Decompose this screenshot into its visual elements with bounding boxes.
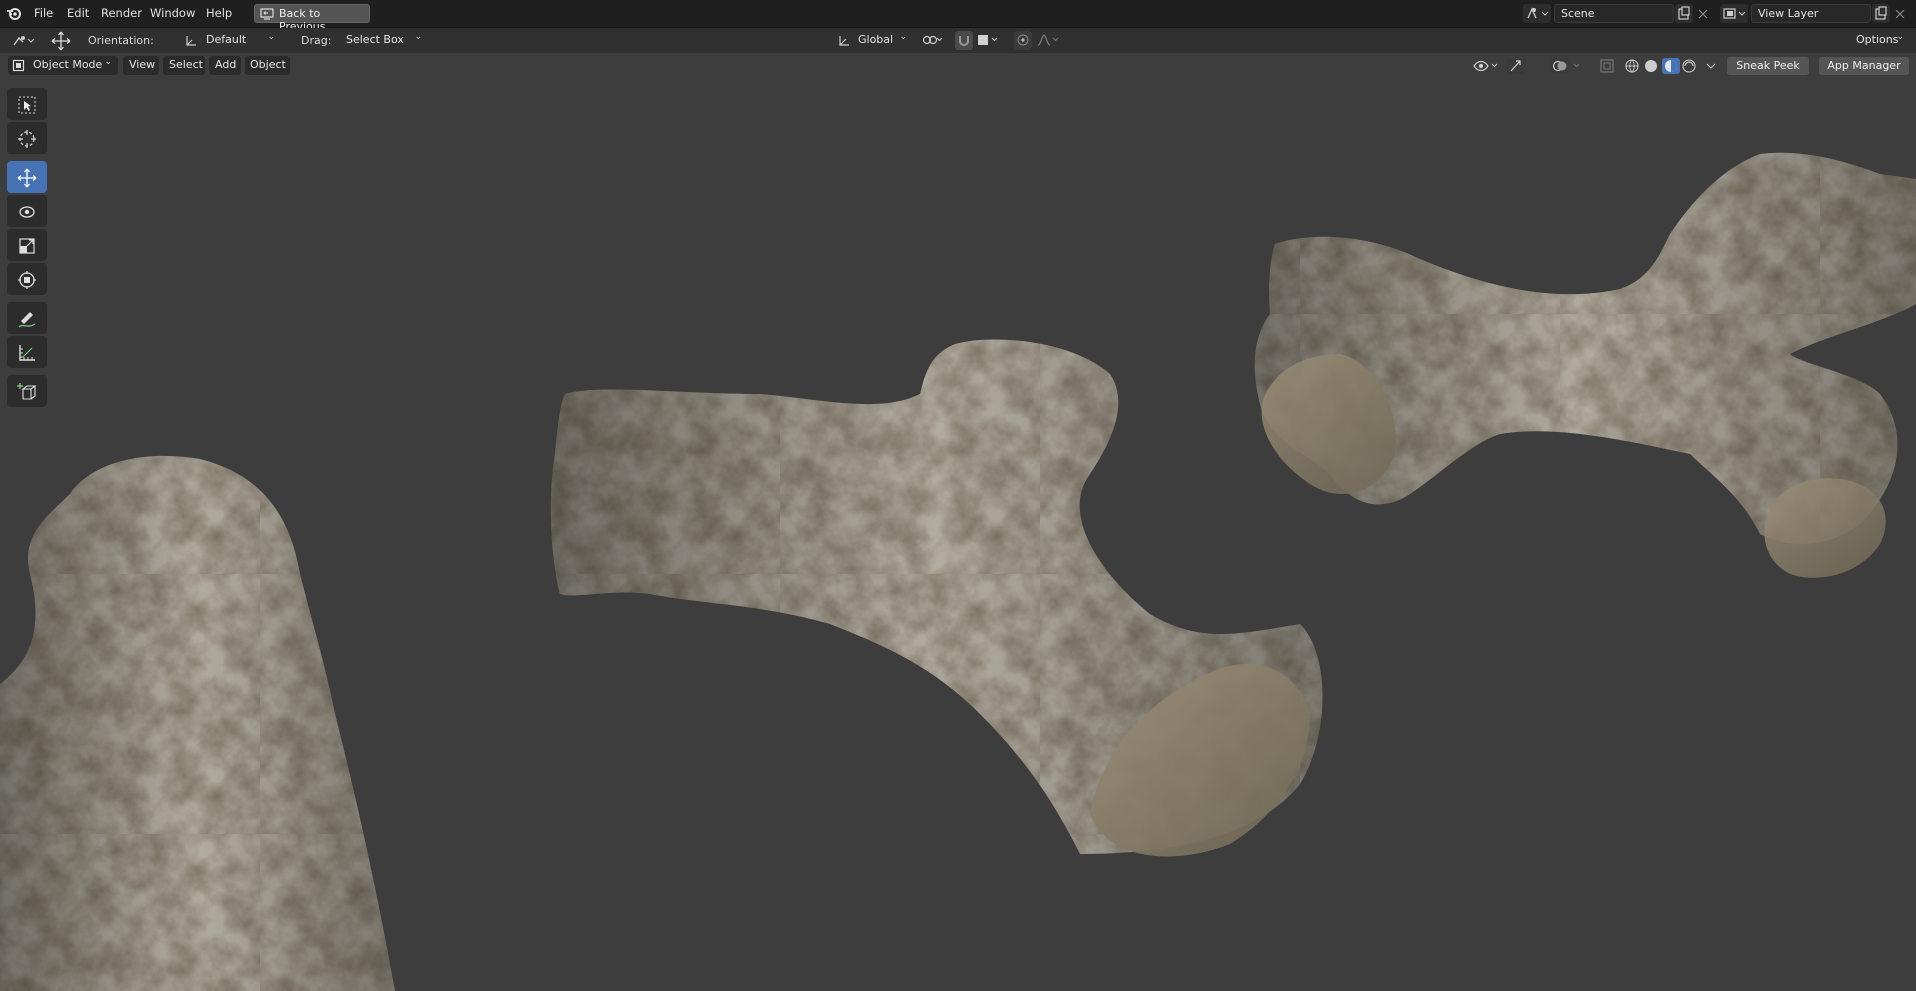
tool-annotate[interactable] <box>7 302 47 334</box>
stone-pipe-center[interactable] <box>550 339 1323 857</box>
orientation-label: Orientation: <box>88 34 154 47</box>
proportional-icon <box>1017 34 1029 46</box>
rotate-icon <box>19 206 35 218</box>
measure-icon <box>19 345 35 361</box>
stone-pipe-left[interactable] <box>0 455 395 991</box>
view-layer-browse-button[interactable] <box>1720 4 1748 23</box>
overlays-dropdown[interactable] <box>1550 57 1586 75</box>
drag-value: Select Box <box>346 33 404 46</box>
tool-rotate[interactable] <box>7 195 47 227</box>
duplicate-icon <box>1875 6 1887 20</box>
falloff-curve-icon <box>1037 34 1059 46</box>
annotate-icon <box>18 312 36 328</box>
object-mode-label: Object Mode <box>33 58 103 71</box>
chevron-down-icon: ⌄ <box>104 57 112 67</box>
pivot-link-icon <box>922 35 943 45</box>
tool-measure[interactable] <box>7 336 47 368</box>
snap-increment-icon <box>978 35 998 45</box>
move-icon <box>17 168 37 188</box>
menu-window[interactable]: Window <box>150 6 195 20</box>
object-mode-icon <box>12 59 25 72</box>
tool-cursor[interactable] <box>7 122 47 154</box>
move-tool-icon[interactable] <box>49 30 73 52</box>
scene-icon <box>1527 7 1549 19</box>
blender-logo-icon[interactable] <box>6 5 22 21</box>
menu-select-label: Select <box>169 58 203 71</box>
transform-orientation-dropdown[interactable]: Global ⌄ <box>833 31 913 50</box>
top-menu-bar: File Edit Render Window Help Back to Pre… <box>0 0 1916 33</box>
menu-add[interactable]: Add <box>209 56 241 75</box>
editor-type-icon[interactable] <box>10 32 38 50</box>
delete-view-layer-button[interactable] <box>1891 4 1909 23</box>
sneak-peek-button[interactable]: Sneak Peek <box>1727 57 1809 75</box>
shading-options-chevron-icon[interactable] <box>1704 57 1718 75</box>
delete-scene-button[interactable] <box>1694 4 1712 23</box>
drag-label: Drag: <box>301 34 332 47</box>
menu-view[interactable]: View <box>123 56 159 75</box>
stone-pipe-right[interactable] <box>1254 152 1916 578</box>
app-manager-button[interactable]: App Manager <box>1819 57 1909 75</box>
chevron-down-icon: ⌄ <box>1896 32 1904 42</box>
select-box-icon <box>18 96 36 114</box>
back-to-previous-button[interactable]: Back to Previous <box>254 4 370 33</box>
view-layer-icon <box>1723 8 1746 19</box>
close-icon <box>1698 9 1708 19</box>
menu-view-label: View <box>129 58 156 71</box>
visibility-dropdown[interactable] <box>1471 57 1501 75</box>
new-view-layer-button[interactable] <box>1872 4 1890 23</box>
cursor-icon <box>18 130 36 148</box>
magnet-icon <box>959 36 969 46</box>
gizmo-toggle[interactable] <box>1506 57 1526 75</box>
duplicate-icon <box>1678 6 1690 20</box>
scale-icon <box>19 238 35 254</box>
tool-transform[interactable] <box>7 263 47 295</box>
view-layer-name-value: View Layer <box>1758 7 1819 20</box>
add-cube-icon <box>17 383 37 400</box>
screen-back-icon <box>260 8 274 20</box>
transform-orientation-value: Global <box>858 33 894 46</box>
menu-object-label: Object <box>250 58 286 71</box>
proportional-falloff-dropdown[interactable] <box>1034 31 1062 50</box>
transform-icon <box>18 271 36 289</box>
pivot-point-dropdown[interactable] <box>919 31 949 50</box>
xray-toggle[interactable] <box>1598 57 1616 75</box>
chevron-down-icon: ⌄ <box>414 32 422 42</box>
menu-edit[interactable]: Edit <box>67 6 89 20</box>
object-mode-dropdown[interactable]: Object Mode ⌄ <box>8 56 118 75</box>
orientation-value: Default <box>206 33 247 46</box>
tool-settings-bar: Orientation: Default ⌄ Drag: Select Box … <box>0 28 1916 53</box>
menu-object[interactable]: Object <box>245 56 290 75</box>
tool-select-box[interactable] <box>7 88 47 120</box>
menu-file[interactable]: File <box>34 6 53 20</box>
chevron-down-icon: ⌄ <box>267 32 275 42</box>
close-icon <box>1895 9 1905 19</box>
drag-dropdown[interactable]: Select Box ⌄ <box>338 31 428 50</box>
options-label: Options <box>1856 33 1899 46</box>
chevron-down-icon: ⌄ <box>899 32 907 42</box>
menu-add-label: Add <box>215 58 237 71</box>
scene-render <box>0 152 1916 991</box>
scene-name-value: Scene <box>1561 7 1595 20</box>
menu-render[interactable]: Render <box>101 6 142 20</box>
tool-add-cube[interactable] <box>7 375 47 407</box>
viewport-header: Object Mode ⌄ View Select Add Object Sne… <box>0 54 1916 78</box>
global-axes-icon <box>839 36 849 46</box>
tool-scale[interactable] <box>7 229 47 261</box>
options-dropdown[interactable]: Options ⌄ <box>1850 31 1910 50</box>
scene-browse-button[interactable] <box>1523 4 1551 23</box>
view-layer-name-field[interactable]: View Layer <box>1751 4 1871 23</box>
scene-name-field[interactable]: Scene <box>1554 4 1674 23</box>
3d-viewport[interactable] <box>0 54 1916 991</box>
proportional-editing-toggle[interactable] <box>1014 31 1032 50</box>
menu-select[interactable]: Select <box>163 56 205 75</box>
menu-help[interactable]: Help <box>206 6 232 20</box>
orientation-dropdown[interactable]: Default ⌄ <box>181 31 281 50</box>
snap-toggle[interactable] <box>955 31 973 50</box>
axes-icon <box>186 36 196 46</box>
new-scene-button[interactable] <box>1675 4 1693 23</box>
snap-target-dropdown[interactable] <box>974 31 1004 50</box>
tool-move[interactable] <box>7 161 47 193</box>
shading-mode-buttons[interactable] <box>1622 57 1702 75</box>
